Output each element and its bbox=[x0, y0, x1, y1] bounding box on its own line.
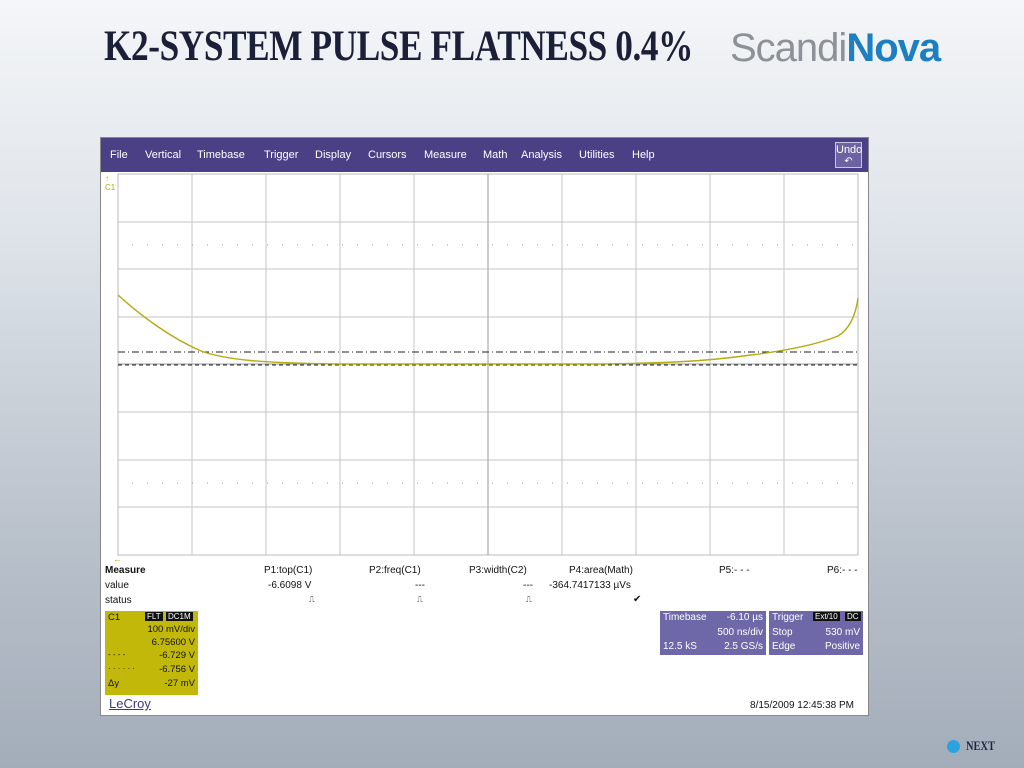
slide-title: K2-SYSTEM PULSE FLATNESS 0.4% bbox=[104, 23, 693, 70]
timebase-rate: 2.5 GS/s bbox=[724, 641, 763, 652]
next-bullet-icon[interactable] bbox=[947, 740, 960, 753]
trigger-level: 530 mV bbox=[825, 627, 860, 638]
scandinova-logo: ScandiNova bbox=[730, 26, 941, 71]
lecroy-logo: LeCroy bbox=[109, 696, 151, 711]
p4-name[interactable]: P4:area(Math) bbox=[569, 565, 633, 576]
p2-name[interactable]: P2:freq(C1) bbox=[369, 565, 421, 576]
status-label: status bbox=[105, 595, 132, 606]
timebase-per-div: 500 ns/div bbox=[717, 627, 763, 638]
ground-marker: ← bbox=[113, 554, 122, 564]
trigger-box[interactable]: Trigger Ext/10 DC Stop 530 mV Edge Posit… bbox=[769, 611, 863, 655]
logo-part2: Nova bbox=[846, 26, 941, 70]
timebase-delay: -6.10 µs bbox=[726, 612, 763, 623]
coupling-tag: FLT bbox=[145, 612, 163, 621]
p3-status-icon: ⎍ bbox=[526, 595, 532, 604]
p3-value: --- bbox=[523, 580, 533, 591]
p4-status-check-icon: ✔ bbox=[633, 594, 642, 605]
delta-symbol: Δy bbox=[108, 678, 120, 689]
timebase-label: Timebase bbox=[663, 612, 707, 623]
channel-descriptor-box[interactable]: C1 FLT DC1M 100 mV/div 6.75600 V - - - -… bbox=[105, 611, 198, 695]
volts-per-div: 100 mV/div bbox=[147, 624, 195, 635]
logo-part1: Scandi bbox=[730, 26, 847, 70]
timestamp: 8/15/2009 12:45:38 PM bbox=[750, 700, 854, 711]
timebase-box[interactable]: Timebase -6.10 µs 500 ns/div 12.5 kS 2.5… bbox=[660, 611, 766, 655]
measure-header[interactable]: Measure bbox=[105, 565, 146, 576]
p1-value: -6.6098 V bbox=[268, 580, 312, 591]
cursor2-value: -6.756 V bbox=[159, 664, 195, 675]
trigger-type: Edge bbox=[772, 641, 796, 652]
p1-name[interactable]: P1:top(C1) bbox=[264, 565, 312, 576]
channel-offset: 6.75600 V bbox=[151, 637, 195, 648]
trigger-coupling-tag: DC bbox=[845, 612, 861, 621]
p5-name[interactable]: P5:- - - bbox=[719, 565, 750, 576]
trigger-source-tag: Ext/10 bbox=[813, 612, 840, 621]
cursor1-symbol: - - - - bbox=[108, 650, 126, 659]
impedance-tag: DC1M bbox=[166, 612, 193, 621]
trigger-mode: Stop bbox=[772, 627, 793, 638]
p2-value: --- bbox=[415, 580, 425, 591]
p6-name[interactable]: P6:- - - bbox=[827, 565, 858, 576]
delta-value: -27 mV bbox=[164, 678, 195, 689]
value-label: value bbox=[105, 580, 129, 591]
cursor1-value: -6.729 V bbox=[159, 650, 195, 661]
next-button[interactable]: NEXT bbox=[966, 738, 995, 754]
p3-name[interactable]: P3:width(C2) bbox=[469, 565, 527, 576]
channel-name: C1 bbox=[108, 612, 121, 623]
timebase-samples: 12.5 kS bbox=[663, 641, 697, 652]
p4-value: -364.7417133 µVs bbox=[549, 580, 631, 591]
trigger-label: Trigger bbox=[772, 612, 804, 623]
trigger-slope: Positive bbox=[824, 641, 860, 652]
oscilloscope-screenshot: File Vertical Timebase Trigger Display C… bbox=[100, 137, 869, 716]
p2-status-icon: ⎍ bbox=[417, 595, 423, 604]
p1-status-icon: ⎍ bbox=[309, 595, 315, 604]
cursor2-symbol: · · · · · · bbox=[108, 664, 136, 673]
